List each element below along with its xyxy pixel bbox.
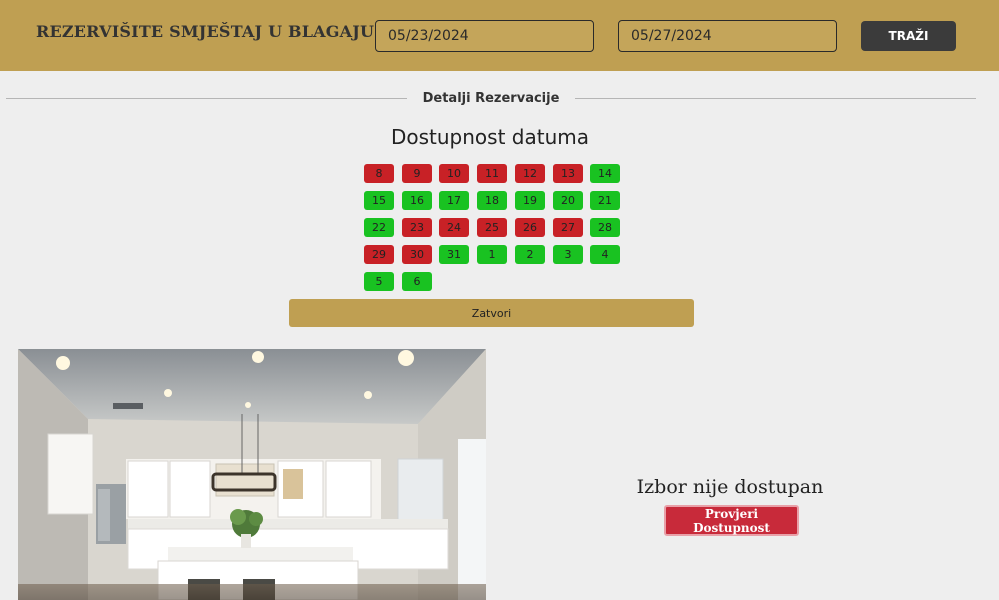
unavailable-message: Izbor nije dostupan — [636, 476, 824, 498]
calendar-day-free[interactable]: 6 — [402, 272, 432, 291]
calendar-day-busy[interactable]: 25 — [477, 218, 507, 237]
calendar-day-busy[interactable]: 23 — [402, 218, 432, 237]
calendar-day-free[interactable]: 14 — [590, 164, 620, 183]
checkout-date-input[interactable] — [618, 20, 837, 52]
calendar-day-busy[interactable]: 10 — [439, 164, 469, 183]
divider-line-left — [6, 97, 407, 99]
calendar-day-free[interactable]: 3 — [553, 245, 583, 264]
calendar-day-busy[interactable]: 29 — [364, 245, 394, 264]
calendar-day-busy[interactable]: 12 — [515, 164, 545, 183]
calendar-day-busy[interactable]: 9 — [402, 164, 432, 183]
calendar-day-free[interactable]: 31 — [439, 245, 469, 264]
calendar-day-free[interactable]: 28 — [590, 218, 620, 237]
checkin-date-input[interactable] — [375, 20, 594, 52]
calendar-day-busy[interactable]: 8 — [364, 164, 394, 183]
calendar-day-free[interactable]: 18 — [477, 191, 507, 210]
calendar-day-free[interactable]: 15 — [364, 191, 394, 210]
calendar-day-free[interactable]: 17 — [439, 191, 469, 210]
calendar-day-free[interactable]: 2 — [515, 245, 545, 264]
calendar-day-busy[interactable]: 24 — [439, 218, 469, 237]
calendar-day-free[interactable]: 22 — [364, 218, 394, 237]
search-button[interactable]: TRAŽI — [861, 21, 956, 51]
top-bar: REZERVIŠITE SMJEŠTAJ U BLAGAJU TRAŽI — [0, 0, 999, 71]
page-title: REZERVIŠITE SMJEŠTAJ U BLAGAJU — [36, 22, 375, 41]
calendar-day-busy[interactable]: 13 — [553, 164, 583, 183]
close-button[interactable]: Zatvori — [289, 299, 694, 327]
calendar-day-busy[interactable]: 11 — [477, 164, 507, 183]
section-heading: Detalji Rezervacije — [422, 90, 560, 106]
availability-title: Dostupnost datuma — [390, 125, 589, 149]
divider-line-right — [575, 97, 977, 99]
calendar-day-free[interactable]: 20 — [553, 191, 583, 210]
calendar-day-free[interactable]: 19 — [515, 191, 545, 210]
calendar-day-free[interactable]: 1 — [477, 245, 507, 264]
calendar-day-free[interactable]: 16 — [402, 191, 432, 210]
check-availability-button[interactable]: Provjeri Dostupnost — [664, 505, 799, 536]
section-divider: Detalji Rezervacije — [6, 88, 977, 108]
calendar-day-busy[interactable]: 26 — [515, 218, 545, 237]
calendar-day-free[interactable]: 5 — [364, 272, 394, 291]
calendar-day-busy[interactable]: 27 — [553, 218, 583, 237]
calendar-day-free[interactable]: 21 — [590, 191, 620, 210]
calendar-day-busy[interactable]: 30 — [402, 245, 432, 264]
property-photo — [18, 349, 486, 600]
calendar-day-free[interactable]: 4 — [590, 245, 620, 264]
